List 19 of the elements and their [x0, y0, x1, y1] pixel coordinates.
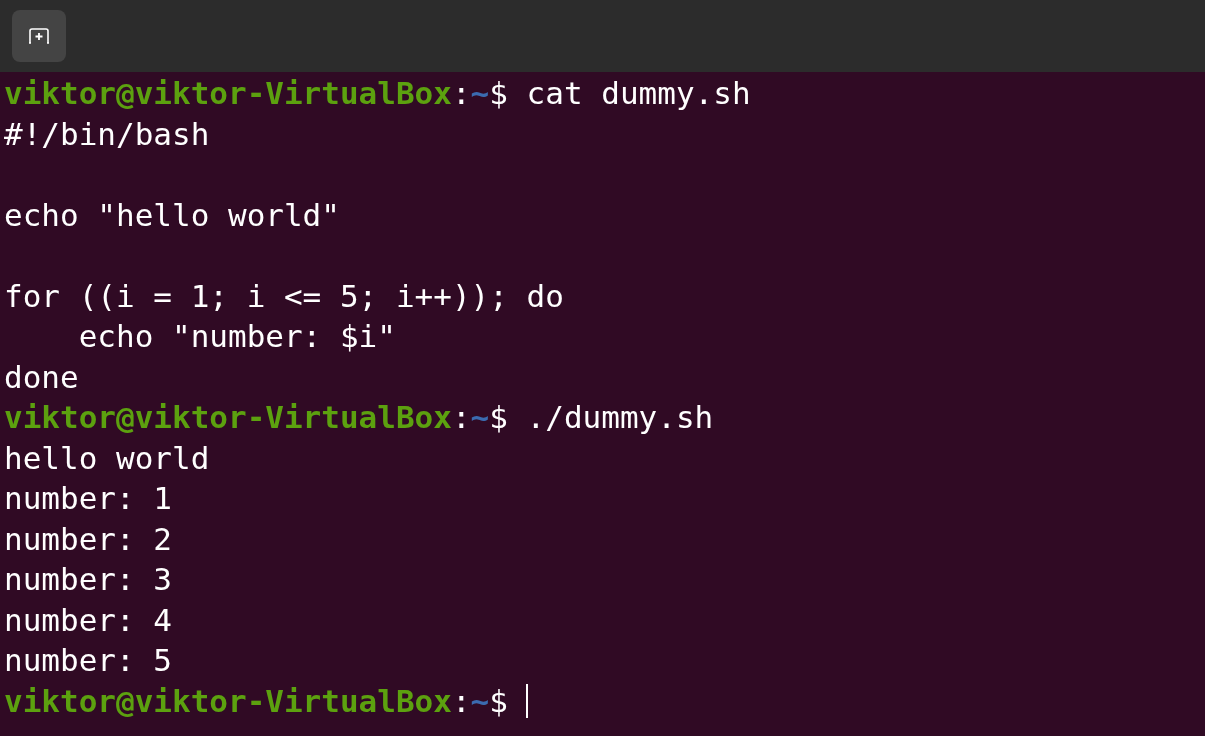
output-text: echo "number: $i" — [77, 317, 396, 356]
output-text: number: 1 — [4, 479, 172, 518]
new-tab-button[interactable] — [12, 10, 66, 62]
output-text: number: 2 — [4, 519, 172, 559]
output-text: hello world — [4, 438, 210, 478]
shell-prompt: viktor@viktor-VirtualBox:~$ — [4, 681, 508, 721]
output-text: #!/bin/bash — [4, 114, 210, 154]
output-text: for ((i = 1; i <= 5; i++)); do — [4, 276, 564, 316]
output-text: echo "hello world" — [4, 195, 340, 235]
command-text: ./dummy.sh — [525, 398, 714, 437]
output-text: number: 4 — [4, 600, 172, 640]
text-cursor — [525, 683, 528, 718]
shell-prompt: viktor@viktor-VirtualBox:~$ — [4, 398, 508, 437]
output-text: done — [4, 357, 79, 397]
output-text: number: 5 — [4, 641, 172, 680]
output-text: number: 3 — [4, 560, 172, 599]
shell-prompt: viktor@viktor-VirtualBox:~$ — [4, 74, 508, 113]
new-tab-icon — [28, 27, 50, 45]
command-text: cat dummy.sh — [525, 74, 751, 113]
